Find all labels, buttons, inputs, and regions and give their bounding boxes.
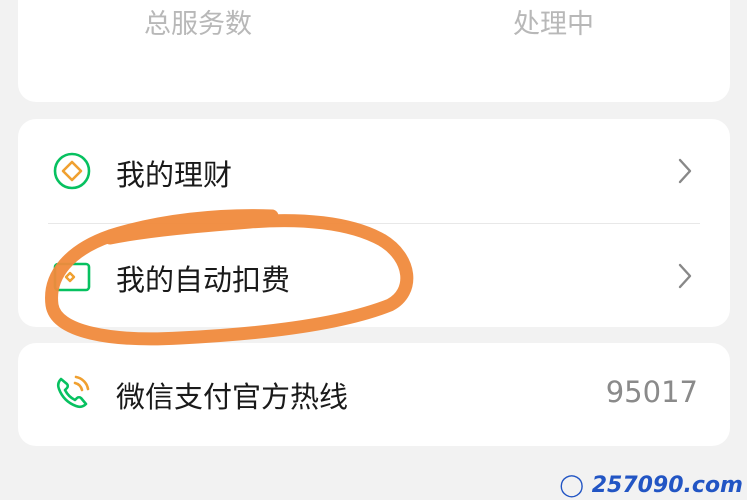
- menu-item-label: 我的理财: [116, 158, 233, 192]
- auto-deduct-card-icon: [53, 262, 91, 292]
- phone-icon: [56, 375, 90, 409]
- menu-item-auto-deduct[interactable]: 我的自动扣费: [18, 224, 730, 328]
- hotline-number: 95017: [605, 375, 698, 409]
- hotline-row[interactable]: 微信支付官方热线 95017: [18, 343, 730, 446]
- chevron-right-icon: [678, 158, 692, 184]
- total-services-label: 总服务数: [144, 9, 252, 40]
- site-watermark: ◯ 257090.com: [559, 473, 743, 498]
- service-stats-card: 总服务数 处理中: [18, 0, 730, 102]
- watermark-logo-icon: ◯: [559, 473, 585, 498]
- wealth-diamond-icon: [53, 152, 91, 190]
- menu-item-my-wealth[interactable]: 我的理财: [18, 119, 730, 223]
- chevron-right-icon: [678, 263, 692, 289]
- menu-item-label: 我的自动扣费: [116, 263, 291, 297]
- hotline-label: 微信支付官方热线: [116, 380, 349, 414]
- wechat-pay-services-page: 总服务数 处理中 我的理财 我的自动扣费 微信支付官方热线 95017 ◯ 25…: [0, 0, 747, 500]
- watermark-text: 257090.com: [591, 473, 743, 498]
- processing-label: 处理中: [513, 9, 594, 40]
- menu-card: 我的理财 我的自动扣费: [18, 119, 730, 327]
- hotline-card: 微信支付官方热线 95017: [18, 343, 730, 446]
